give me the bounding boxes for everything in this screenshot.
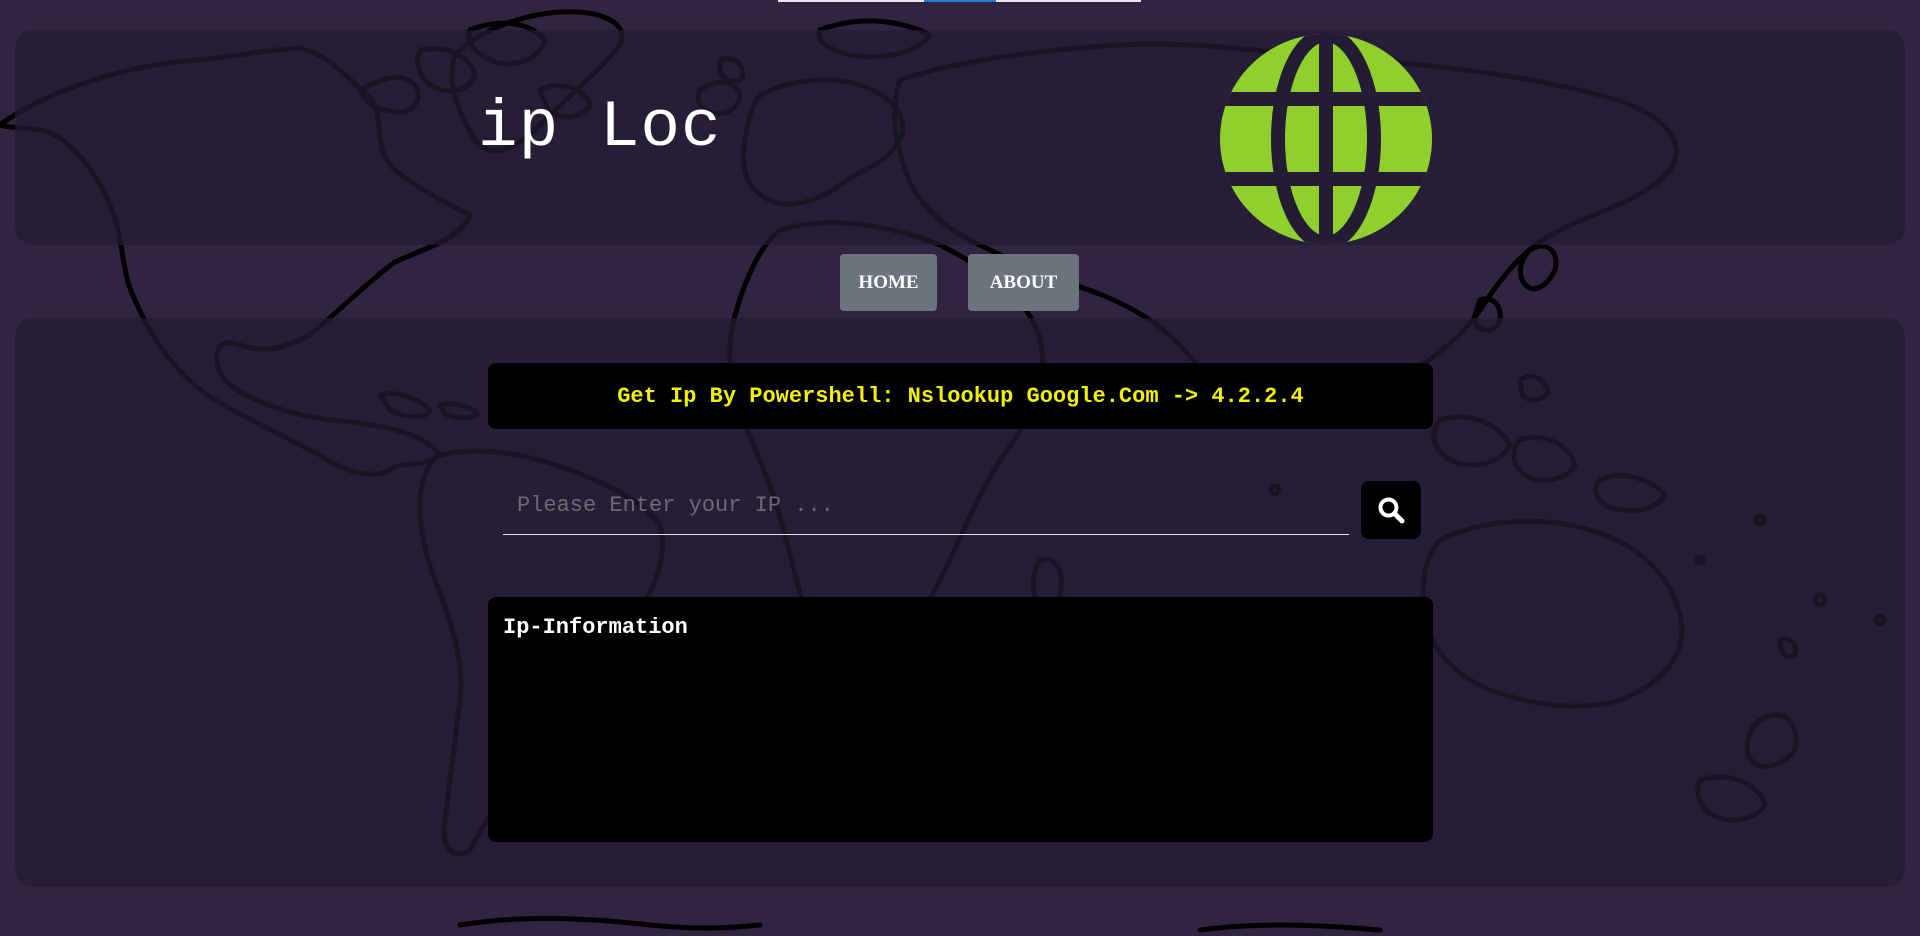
site-title: ip Loc [478,90,722,165]
top-scroll-indicator [778,0,1141,2]
ip-information-title: Ip-Information [503,615,688,640]
main-nav: HOME ABOUT [840,254,1079,311]
nav-home-button[interactable]: HOME [840,254,937,311]
search-icon [1378,497,1405,524]
hint-banner: Get Ip By Powershell: Nslookup Google.Co… [488,363,1433,429]
search-button[interactable] [1361,481,1421,539]
nav-about-button[interactable]: ABOUT [968,254,1079,311]
page: ip Loc HOME ABOUT Get Ip By Powershell: … [0,0,1920,936]
ip-search-input[interactable] [503,477,1349,535]
header-panel [15,30,1905,245]
top-scroll-indicator-active [924,0,996,2]
globe-icon [1220,34,1432,244]
ip-information-box: Ip-Information [488,597,1433,842]
